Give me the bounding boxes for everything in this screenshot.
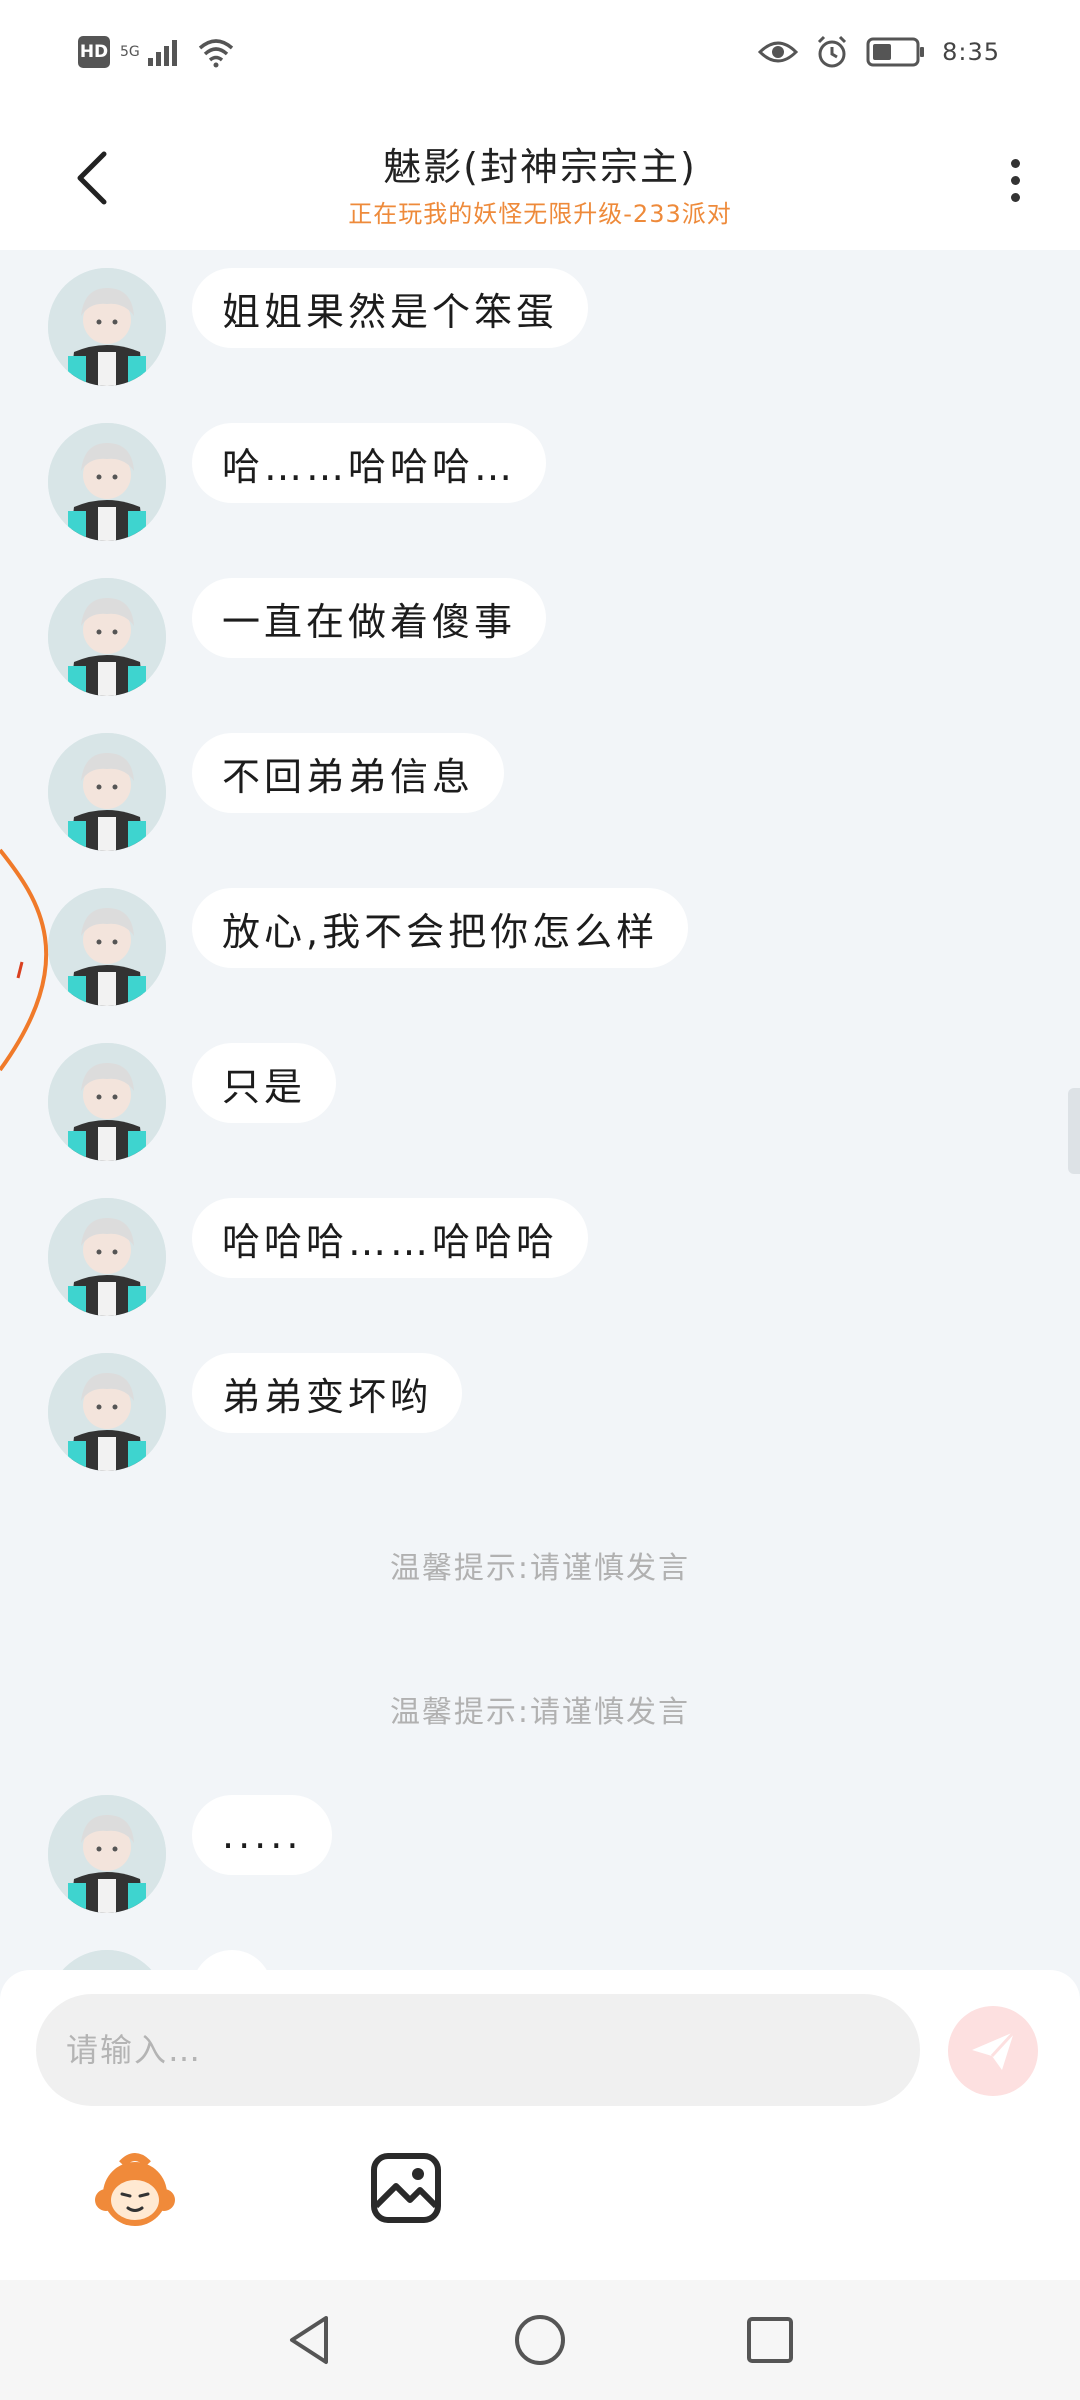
avatar[interactable] [48, 1353, 166, 1471]
avatar-illustration [48, 733, 166, 851]
scrollbar-handle[interactable] [1068, 1088, 1080, 1174]
status-left-group: HD 5G [78, 36, 236, 68]
network-type-label: 5G [120, 44, 140, 60]
chat-header: 魅影(封神宗宗主) 正在玩我的妖怪无限升级-233派对 [0, 110, 1080, 250]
message-bubble[interactable]: 一直在做着傻事 [192, 578, 547, 658]
nav-home-button[interactable] [508, 2308, 572, 2372]
more-vertical-icon [1010, 158, 1020, 168]
nav-back-button[interactable] [278, 2308, 342, 2372]
avatar[interactable] [48, 578, 166, 696]
message-row: 哈……哈哈哈… [48, 423, 547, 541]
send-icon [972, 2030, 1016, 2070]
contact-activity-subtitle[interactable]: 正在玩我的妖怪无限升级-233派对 [0, 194, 1080, 229]
message-row: 不回弟弟信息 [48, 733, 505, 851]
message-row: 姐姐果然是个笨蛋 [48, 268, 589, 386]
input-panel [0, 1970, 1080, 2280]
message-bubble[interactable]: 哈……哈哈哈… [192, 423, 547, 503]
avatar[interactable] [48, 1043, 166, 1161]
message-row: 弟弟变坏哟 [48, 1353, 463, 1471]
avatar[interactable] [48, 423, 166, 541]
alarm-icon [818, 35, 847, 68]
send-button[interactable] [948, 2006, 1038, 2096]
system-tip: 温馨提示:请谨慎发言 [389, 1695, 691, 1730]
message-bubble[interactable]: 放心,我不会把你怎么样 [192, 888, 689, 968]
message-bubble[interactable]: 哈哈哈……哈哈哈 [192, 1198, 589, 1278]
emoji-mascot-button[interactable] [92, 2150, 178, 2230]
eye-icon [758, 41, 799, 63]
contact-name-title: 魅影(封神宗宗主) [383, 145, 697, 189]
back-triangle-icon [290, 2316, 328, 2364]
avatar-illustration [48, 1950, 166, 1970]
status-bar: HD 5G 8:35 [0, 0, 1080, 110]
avatar-illustration [48, 578, 166, 696]
avatar[interactable] [48, 888, 166, 1006]
signal-icon [147, 40, 177, 66]
system-tip: 温馨提示:请谨慎发言 [389, 1551, 691, 1586]
message-bubble[interactable]: 只是 [192, 1043, 337, 1123]
more-options-button[interactable] [990, 150, 1040, 210]
avatar-illustration [48, 888, 166, 1006]
hd-icon: HD [78, 36, 110, 68]
message-row: ..... [48, 1795, 333, 1913]
avatar-illustration [48, 1043, 166, 1161]
image-icon [371, 2153, 441, 2223]
status-right-group: 8:35 [758, 34, 1000, 70]
avatar[interactable] [48, 1950, 166, 1970]
avatar-illustration [48, 1353, 166, 1471]
recents-square-icon [747, 2317, 793, 2363]
message-bubble[interactable]: ..... [192, 1795, 333, 1875]
avatar-illustration [48, 1795, 166, 1913]
message-row: 哈哈哈……哈哈哈 [48, 1198, 589, 1316]
message-bubble[interactable]: 姐姐果然是个笨蛋 [192, 268, 589, 348]
avatar-illustration [48, 1198, 166, 1316]
battery-icon [866, 37, 925, 67]
avatar[interactable] [48, 1795, 166, 1913]
chat-message-list[interactable]: 姐姐果然是个笨蛋 哈……哈哈哈… 一直在做着傻事 不回弟弟信息 放心,我不会把你… [0, 250, 1080, 1970]
home-circle-icon [515, 2315, 565, 2365]
wifi-icon [198, 39, 233, 68]
avatar[interactable] [48, 268, 166, 386]
avatar-illustration [48, 423, 166, 541]
avatar[interactable] [48, 1198, 166, 1316]
message-bubble[interactable]: 弟弟变坏哟 [192, 1353, 463, 1433]
avatar[interactable] [48, 733, 166, 851]
nav-recents-button[interactable] [738, 2308, 802, 2372]
system-nav-bar [0, 2280, 1080, 2400]
message-row: 只是 [48, 1043, 337, 1161]
message-row [48, 1950, 272, 1970]
message-input[interactable] [36, 1994, 920, 2106]
message-bubble[interactable] [192, 1950, 272, 1970]
image-picker-button[interactable] [368, 2150, 444, 2226]
avatar-illustration [48, 268, 166, 386]
mascot-emoji-icon [95, 2153, 175, 2226]
message-row: 一直在做着傻事 [48, 578, 547, 696]
message-bubble[interactable]: 不回弟弟信息 [192, 733, 505, 813]
message-row: 放心,我不会把你怎么样 [48, 888, 689, 1006]
clock-time: 8:35 [942, 38, 1000, 66]
more-dot [1010, 192, 1020, 202]
more-dot [1010, 175, 1020, 185]
